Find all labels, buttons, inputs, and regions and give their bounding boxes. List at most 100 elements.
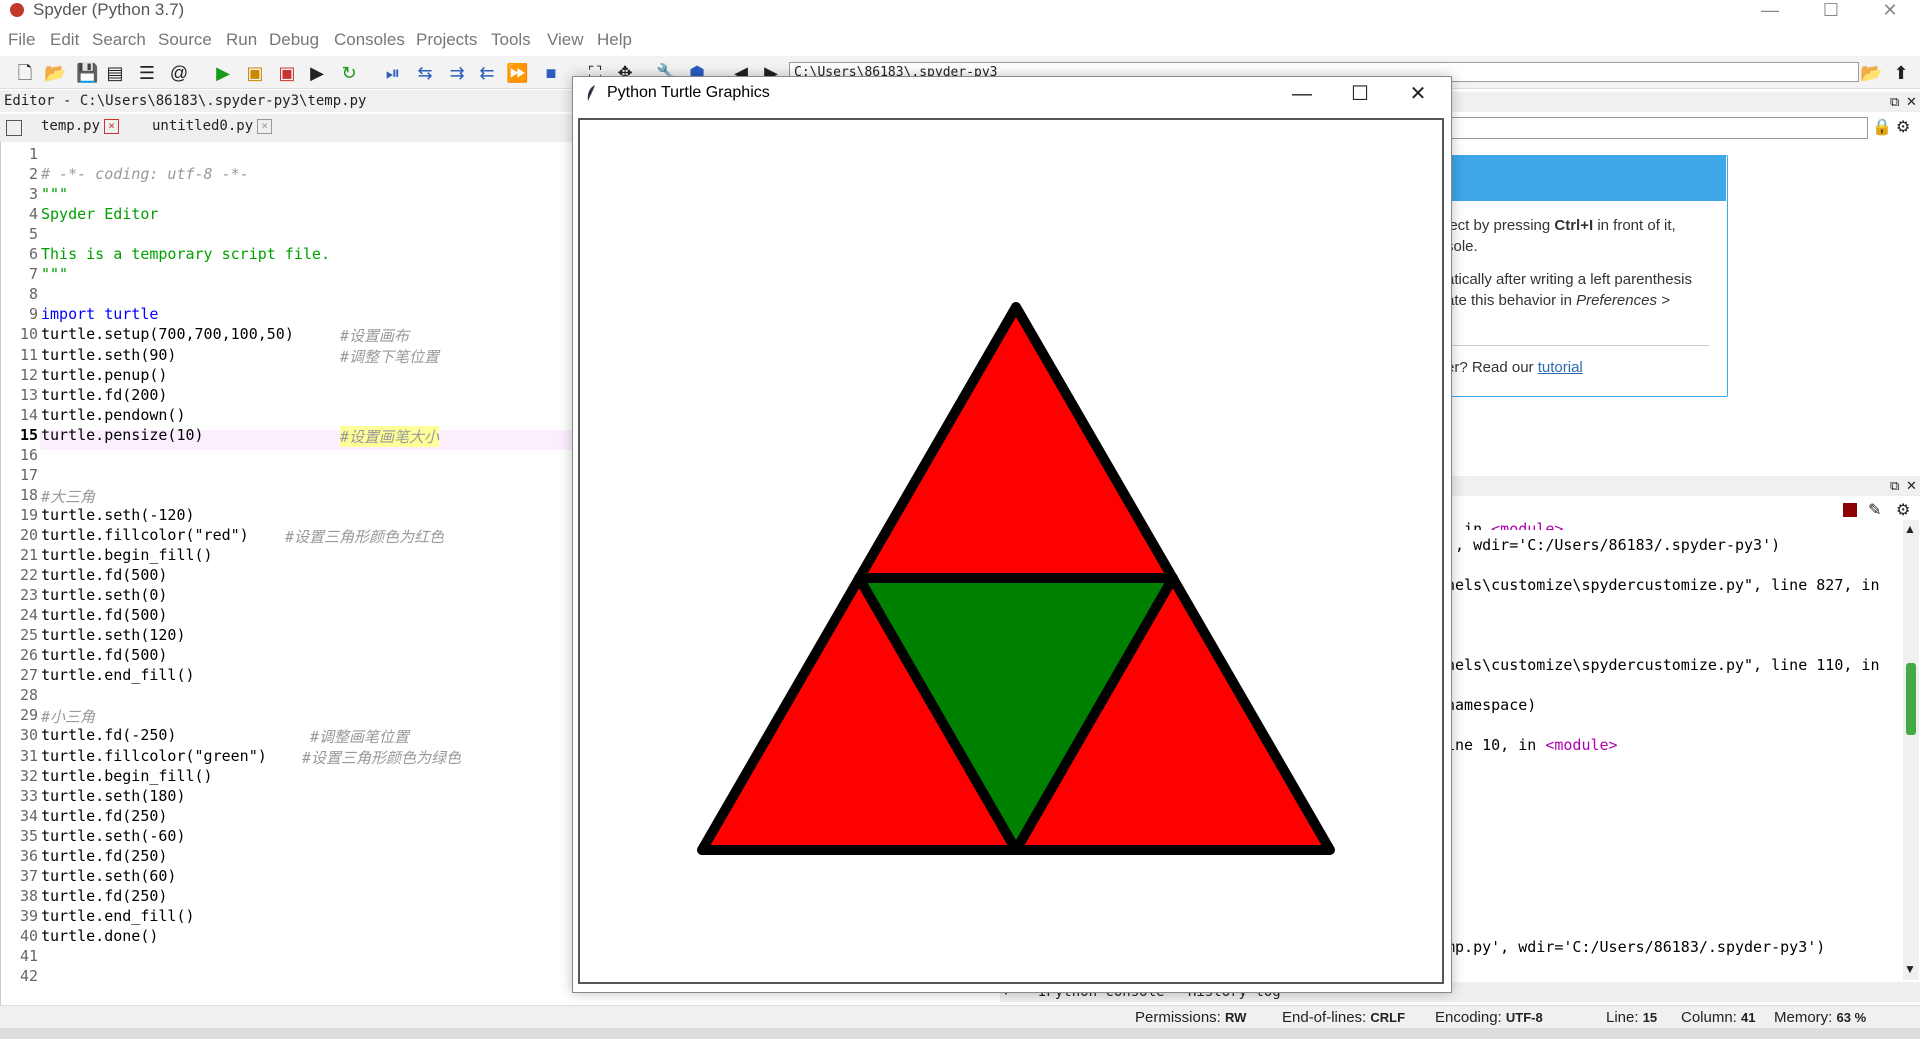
status-column: Column: 41 [1681,1009,1756,1026]
line-number: 19 [19,506,38,524]
line-number: 5 [28,225,38,243]
close-icon[interactable]: ✕ [1870,0,1910,22]
tab-close-icon[interactable]: × [104,118,120,134]
scroll-down-icon[interactable]: ▼ [1904,962,1916,976]
menu-tools[interactable]: Tools [491,30,531,50]
line-number: 34 [19,807,38,825]
menu-debug[interactable]: Debug [269,30,319,50]
console-scrollbar[interactable] [1903,520,1919,980]
code-line: turtle.penup() [41,366,168,384]
menu-view[interactable]: View [547,30,584,50]
help-object-combo[interactable] [1446,117,1868,139]
run-cell-icon[interactable]: ▣ [244,62,266,84]
save-all-icon[interactable]: ▤ [104,62,126,84]
line-number: 4 [28,205,38,223]
line-number: 8 [28,285,38,303]
browse-directory-icon[interactable]: 📂 [1860,62,1882,84]
scroll-up-icon[interactable]: ▲ [1904,522,1916,536]
tab-untitled0-py[interactable]: untitled0.py × [152,118,273,134]
gear-icon[interactable]: ⚙ [1896,500,1910,520]
menu-projects[interactable]: Projects [416,30,477,50]
line-number: 25 [19,626,38,644]
tab-temp-py[interactable]: temp.py × [41,118,120,134]
code-comment: #设置画笔大小 [340,426,440,447]
help-pane-header [1446,92,1920,112]
line-number: 2 [28,165,38,183]
feather-icon [587,85,595,101]
status-line: Line: 15 [1606,1009,1658,1026]
email-icon[interactable]: @ [168,62,190,84]
code-line: # -*- coding: utf-8 -*- [41,165,249,183]
run-icon[interactable]: ▶ [212,62,234,84]
code-line: turtle.fd(500) [41,606,168,624]
line-number: 39 [19,907,38,925]
menu-search[interactable]: Search [92,30,146,50]
code-line: turtle.pendown() [41,406,186,424]
line-number: 36 [19,847,38,865]
open-file-icon[interactable]: 📂 [44,62,66,84]
stop-debug-icon[interactable]: ■ [540,62,562,84]
rerun-icon[interactable]: ↻ [338,62,360,84]
tab-close-icon[interactable]: × [257,118,273,134]
maximize-icon[interactable]: ☐ [1811,0,1851,22]
close-pane-icon[interactable]: ✕ [1906,478,1917,494]
run-cell-advance-icon[interactable]: ▣ [276,62,298,84]
line-number: 13 [19,386,38,404]
turtle-close-icon[interactable]: ✕ [1398,80,1438,110]
line-number: 20 [19,526,38,544]
new-file-icon[interactable]: 🗋 [14,62,36,84]
undock-icon[interactable]: ⧉ [1890,478,1899,494]
save-icon[interactable]: 💾 [76,62,98,84]
line-number: 22 [19,566,38,584]
debug-icon[interactable]: ⏯ [382,62,404,84]
code-line: turtle.seth(0) [41,586,168,604]
code-line: turtle.fd(250) [41,847,168,865]
browse-tabs-icon[interactable]: ☰ [136,62,158,84]
clear-console-icon[interactable]: ✎ [1868,500,1881,520]
code-line: turtle.setup(700,700,100,50) [41,325,294,343]
code-line: turtle.fillcolor("green") [41,747,267,765]
code-line: turtle.fillcolor("red") [41,526,249,544]
menu-run[interactable]: Run [226,30,257,50]
menu-edit[interactable]: Edit [50,30,79,50]
menu-source[interactable]: Source [158,30,212,50]
line-number: 21 [19,546,38,564]
console-line: nels\customize\spydercustomize.py", line… [1446,576,1880,594]
help-text-line4: ate this behavior in Preferences > [1446,292,1670,309]
undock-icon[interactable]: ⧉ [1890,94,1899,110]
line-number: 41 [19,947,38,965]
continue-icon[interactable]: ⏩ [506,62,528,84]
step-into-icon[interactable]: ⇉ [446,62,468,84]
code-line: """ [41,265,69,283]
run-selection-icon[interactable]: ▶ [306,62,328,84]
line-number: 32 [19,767,38,785]
menu-consoles[interactable]: Consoles [334,30,405,50]
menu-help[interactable]: Help [597,30,632,50]
gear-icon[interactable]: ⚙ [1896,117,1910,137]
turtle-canvas[interactable] [578,118,1444,984]
line-number: 40 [19,927,38,945]
minimize-icon[interactable]: — [1750,0,1790,22]
console-scrollbar-thumb[interactable] [1906,663,1916,735]
code-line: #小三角 [41,708,96,726]
turtle-maximize-icon[interactable]: ☐ [1340,80,1380,110]
step-return-icon[interactable]: ⇇ [476,62,498,84]
line-number: 24 [19,606,38,624]
code-line: Spyder Editor [41,205,159,223]
turtle-minimize-icon[interactable]: — [1282,80,1322,110]
line-number: 23 [19,586,38,604]
lock-icon[interactable]: 🔒 [1872,117,1892,137]
browse-tabs-icon[interactable] [6,120,22,136]
line-number: 9 [28,305,38,323]
close-pane-icon[interactable]: ✕ [1906,94,1917,110]
tutorial-link[interactable]: tutorial [1538,359,1583,376]
code-line: turtle.fd(-250) [41,726,177,744]
help-text-line3: atically after writing a left parenthesi… [1446,271,1692,288]
parent-directory-icon[interactable]: ⬆ [1890,62,1912,84]
tab-label: untitled0.py [152,118,254,134]
code-comment: #设置画布 [340,327,410,345]
menu-file[interactable]: File [8,30,35,50]
help-text-line5: er? Read our tutorial [1446,359,1583,376]
step-icon[interactable]: ⇆ [414,62,436,84]
stop-kernel-icon[interactable] [1843,503,1857,517]
